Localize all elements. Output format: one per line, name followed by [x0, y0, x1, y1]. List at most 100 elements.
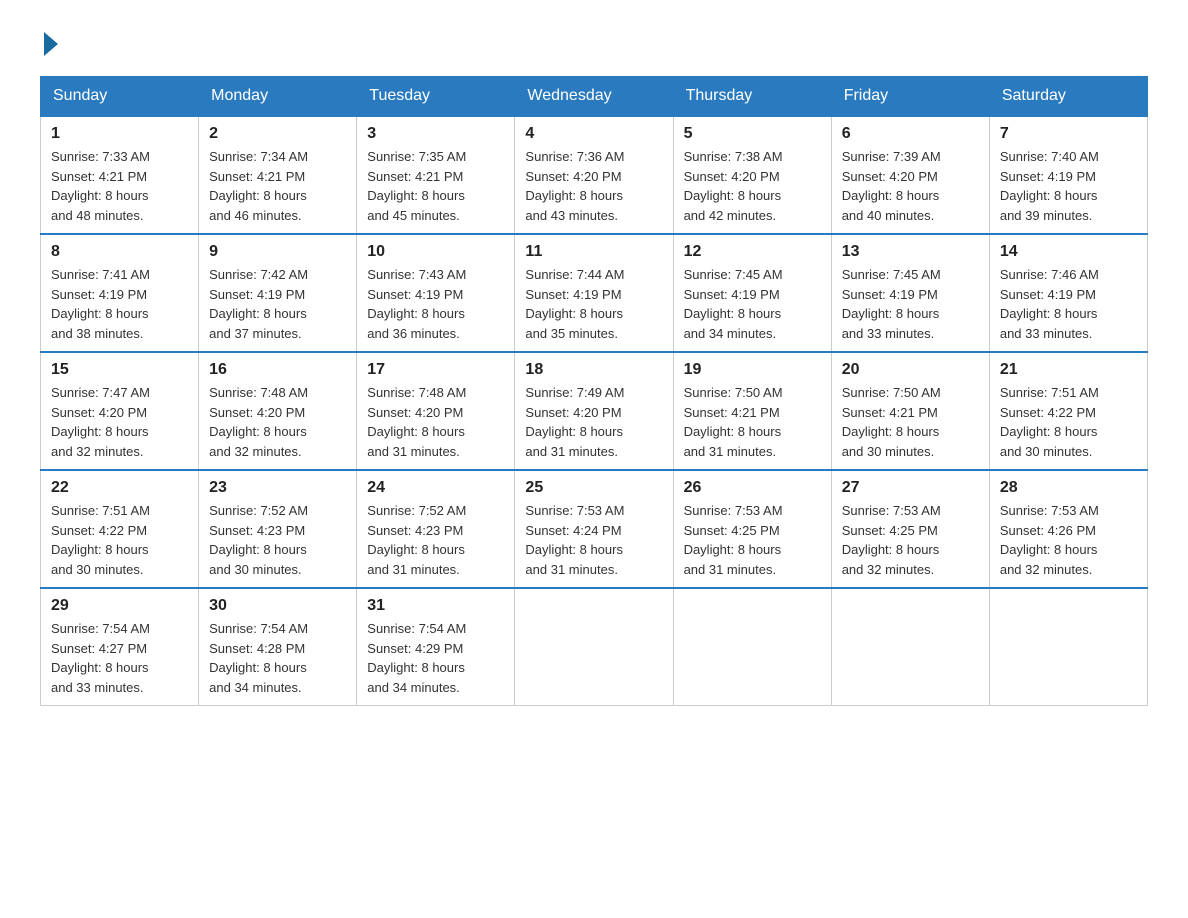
calendar-cell: [989, 588, 1147, 706]
day-number: 23: [209, 479, 346, 497]
col-header-wednesday: Wednesday: [515, 77, 673, 117]
day-number: 7: [1000, 125, 1137, 143]
calendar-cell: 9 Sunrise: 7:42 AM Sunset: 4:19 PM Dayli…: [199, 234, 357, 352]
calendar-cell: 2 Sunrise: 7:34 AM Sunset: 4:21 PM Dayli…: [199, 116, 357, 234]
calendar-cell: [831, 588, 989, 706]
day-number: 31: [367, 597, 504, 615]
calendar-cell: 28 Sunrise: 7:53 AM Sunset: 4:26 PM Dayl…: [989, 470, 1147, 588]
day-number: 2: [209, 125, 346, 143]
calendar-week-row: 15 Sunrise: 7:47 AM Sunset: 4:20 PM Dayl…: [41, 352, 1148, 470]
day-info: Sunrise: 7:45 AM Sunset: 4:19 PM Dayligh…: [842, 265, 979, 343]
day-info: Sunrise: 7:39 AM Sunset: 4:20 PM Dayligh…: [842, 147, 979, 225]
calendar-cell: 16 Sunrise: 7:48 AM Sunset: 4:20 PM Dayl…: [199, 352, 357, 470]
day-info: Sunrise: 7:49 AM Sunset: 4:20 PM Dayligh…: [525, 383, 662, 461]
day-number: 14: [1000, 243, 1137, 261]
day-number: 4: [525, 125, 662, 143]
day-info: Sunrise: 7:54 AM Sunset: 4:29 PM Dayligh…: [367, 619, 504, 697]
day-info: Sunrise: 7:54 AM Sunset: 4:28 PM Dayligh…: [209, 619, 346, 697]
day-number: 21: [1000, 361, 1137, 379]
day-number: 12: [684, 243, 821, 261]
day-info: Sunrise: 7:41 AM Sunset: 4:19 PM Dayligh…: [51, 265, 188, 343]
calendar-cell: 27 Sunrise: 7:53 AM Sunset: 4:25 PM Dayl…: [831, 470, 989, 588]
day-info: Sunrise: 7:46 AM Sunset: 4:19 PM Dayligh…: [1000, 265, 1137, 343]
logo-arrow-icon: [44, 32, 58, 56]
calendar-cell: 1 Sunrise: 7:33 AM Sunset: 4:21 PM Dayli…: [41, 116, 199, 234]
calendar-cell: 15 Sunrise: 7:47 AM Sunset: 4:20 PM Dayl…: [41, 352, 199, 470]
day-number: 28: [1000, 479, 1137, 497]
day-number: 17: [367, 361, 504, 379]
day-info: Sunrise: 7:51 AM Sunset: 4:22 PM Dayligh…: [51, 501, 188, 579]
day-info: Sunrise: 7:53 AM Sunset: 4:25 PM Dayligh…: [842, 501, 979, 579]
col-header-saturday: Saturday: [989, 77, 1147, 117]
calendar-cell: 10 Sunrise: 7:43 AM Sunset: 4:19 PM Dayl…: [357, 234, 515, 352]
calendar-week-row: 22 Sunrise: 7:51 AM Sunset: 4:22 PM Dayl…: [41, 470, 1148, 588]
calendar-cell: 24 Sunrise: 7:52 AM Sunset: 4:23 PM Dayl…: [357, 470, 515, 588]
day-number: 13: [842, 243, 979, 261]
col-header-tuesday: Tuesday: [357, 77, 515, 117]
day-number: 1: [51, 125, 188, 143]
calendar-cell: 31 Sunrise: 7:54 AM Sunset: 4:29 PM Dayl…: [357, 588, 515, 706]
logo: [40, 30, 58, 56]
day-info: Sunrise: 7:40 AM Sunset: 4:19 PM Dayligh…: [1000, 147, 1137, 225]
page-header: [40, 30, 1148, 56]
day-number: 3: [367, 125, 504, 143]
day-number: 18: [525, 361, 662, 379]
day-number: 9: [209, 243, 346, 261]
day-number: 6: [842, 125, 979, 143]
day-info: Sunrise: 7:50 AM Sunset: 4:21 PM Dayligh…: [842, 383, 979, 461]
day-number: 5: [684, 125, 821, 143]
day-info: Sunrise: 7:43 AM Sunset: 4:19 PM Dayligh…: [367, 265, 504, 343]
calendar-cell: [515, 588, 673, 706]
day-info: Sunrise: 7:51 AM Sunset: 4:22 PM Dayligh…: [1000, 383, 1137, 461]
calendar-cell: 18 Sunrise: 7:49 AM Sunset: 4:20 PM Dayl…: [515, 352, 673, 470]
day-info: Sunrise: 7:53 AM Sunset: 4:26 PM Dayligh…: [1000, 501, 1137, 579]
calendar-table: SundayMondayTuesdayWednesdayThursdayFrid…: [40, 76, 1148, 706]
day-info: Sunrise: 7:47 AM Sunset: 4:20 PM Dayligh…: [51, 383, 188, 461]
day-info: Sunrise: 7:33 AM Sunset: 4:21 PM Dayligh…: [51, 147, 188, 225]
calendar-header-row: SundayMondayTuesdayWednesdayThursdayFrid…: [41, 77, 1148, 117]
day-info: Sunrise: 7:52 AM Sunset: 4:23 PM Dayligh…: [367, 501, 504, 579]
day-info: Sunrise: 7:52 AM Sunset: 4:23 PM Dayligh…: [209, 501, 346, 579]
day-number: 22: [51, 479, 188, 497]
col-header-thursday: Thursday: [673, 77, 831, 117]
calendar-cell: 21 Sunrise: 7:51 AM Sunset: 4:22 PM Dayl…: [989, 352, 1147, 470]
day-number: 8: [51, 243, 188, 261]
day-number: 19: [684, 361, 821, 379]
calendar-cell: 20 Sunrise: 7:50 AM Sunset: 4:21 PM Dayl…: [831, 352, 989, 470]
calendar-cell: 3 Sunrise: 7:35 AM Sunset: 4:21 PM Dayli…: [357, 116, 515, 234]
calendar-cell: 26 Sunrise: 7:53 AM Sunset: 4:25 PM Dayl…: [673, 470, 831, 588]
day-number: 10: [367, 243, 504, 261]
calendar-cell: 7 Sunrise: 7:40 AM Sunset: 4:19 PM Dayli…: [989, 116, 1147, 234]
day-info: Sunrise: 7:36 AM Sunset: 4:20 PM Dayligh…: [525, 147, 662, 225]
calendar-cell: 6 Sunrise: 7:39 AM Sunset: 4:20 PM Dayli…: [831, 116, 989, 234]
day-number: 30: [209, 597, 346, 615]
day-number: 29: [51, 597, 188, 615]
day-number: 26: [684, 479, 821, 497]
day-info: Sunrise: 7:44 AM Sunset: 4:19 PM Dayligh…: [525, 265, 662, 343]
calendar-cell: 17 Sunrise: 7:48 AM Sunset: 4:20 PM Dayl…: [357, 352, 515, 470]
day-number: 15: [51, 361, 188, 379]
col-header-friday: Friday: [831, 77, 989, 117]
calendar-cell: 8 Sunrise: 7:41 AM Sunset: 4:19 PM Dayli…: [41, 234, 199, 352]
calendar-cell: 25 Sunrise: 7:53 AM Sunset: 4:24 PM Dayl…: [515, 470, 673, 588]
calendar-cell: 5 Sunrise: 7:38 AM Sunset: 4:20 PM Dayli…: [673, 116, 831, 234]
calendar-week-row: 1 Sunrise: 7:33 AM Sunset: 4:21 PM Dayli…: [41, 116, 1148, 234]
day-info: Sunrise: 7:45 AM Sunset: 4:19 PM Dayligh…: [684, 265, 821, 343]
col-header-monday: Monday: [199, 77, 357, 117]
day-number: 16: [209, 361, 346, 379]
calendar-cell: [673, 588, 831, 706]
calendar-cell: 14 Sunrise: 7:46 AM Sunset: 4:19 PM Dayl…: [989, 234, 1147, 352]
calendar-cell: 30 Sunrise: 7:54 AM Sunset: 4:28 PM Dayl…: [199, 588, 357, 706]
calendar-cell: 4 Sunrise: 7:36 AM Sunset: 4:20 PM Dayli…: [515, 116, 673, 234]
day-info: Sunrise: 7:54 AM Sunset: 4:27 PM Dayligh…: [51, 619, 188, 697]
day-info: Sunrise: 7:35 AM Sunset: 4:21 PM Dayligh…: [367, 147, 504, 225]
calendar-cell: 19 Sunrise: 7:50 AM Sunset: 4:21 PM Dayl…: [673, 352, 831, 470]
calendar-cell: 11 Sunrise: 7:44 AM Sunset: 4:19 PM Dayl…: [515, 234, 673, 352]
day-info: Sunrise: 7:48 AM Sunset: 4:20 PM Dayligh…: [209, 383, 346, 461]
calendar-cell: 13 Sunrise: 7:45 AM Sunset: 4:19 PM Dayl…: [831, 234, 989, 352]
day-info: Sunrise: 7:53 AM Sunset: 4:24 PM Dayligh…: [525, 501, 662, 579]
calendar-cell: 29 Sunrise: 7:54 AM Sunset: 4:27 PM Dayl…: [41, 588, 199, 706]
day-info: Sunrise: 7:34 AM Sunset: 4:21 PM Dayligh…: [209, 147, 346, 225]
day-info: Sunrise: 7:50 AM Sunset: 4:21 PM Dayligh…: [684, 383, 821, 461]
calendar-week-row: 8 Sunrise: 7:41 AM Sunset: 4:19 PM Dayli…: [41, 234, 1148, 352]
